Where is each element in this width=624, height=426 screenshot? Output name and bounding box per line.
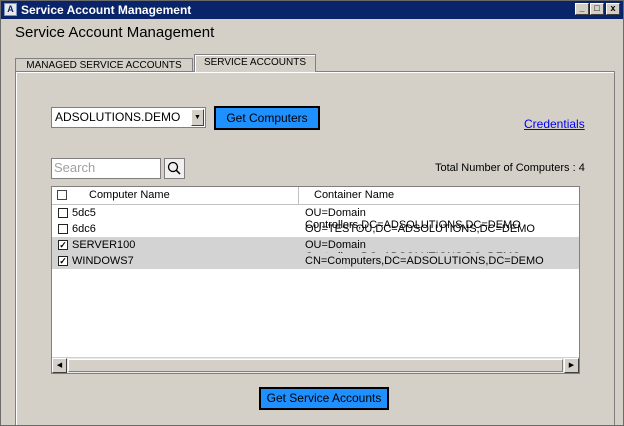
get-computers-button[interactable]: Get Computers: [214, 106, 320, 130]
row-checkbox[interactable]: [58, 224, 68, 234]
row-checkbox[interactable]: [58, 208, 68, 218]
computer-name-cell: 6dc6: [72, 223, 96, 235]
search-input[interactable]: Search: [51, 158, 161, 179]
search-icon: [167, 161, 181, 175]
table-row[interactable]: 5dc5 OU=Domain Controllers,DC=ADSOLUTION…: [52, 205, 579, 231]
total-count: 4: [578, 162, 585, 174]
row-checkbox[interactable]: ✓: [58, 256, 68, 266]
row-checkbox[interactable]: ✓: [58, 240, 68, 250]
scroll-right-icon[interactable]: ▶: [564, 358, 579, 373]
computer-name-cell: SERVER100: [72, 239, 136, 251]
total-separator: :: [572, 162, 576, 174]
domain-select[interactable]: ADSOLUTIONS.DEMO ▼: [51, 107, 206, 128]
horizontal-scrollbar[interactable]: ◀ ▶: [52, 357, 579, 373]
computer-name-cell: 5dc5: [72, 207, 96, 219]
table-row[interactable]: 6dc6 OU=TESTOU,DC=ADSOLUTIONS,DC=DEMO: [52, 221, 579, 237]
minimize-button[interactable]: _: [575, 3, 589, 15]
computer-name-cell: WINDOWS7: [72, 255, 134, 267]
container-name-cell: CN=Computers,DC=ADSOLUTIONS,DC=DEMO: [305, 255, 544, 267]
scrollbar-thumb[interactable]: [68, 359, 563, 372]
computers-grid: Computer Name Container Name 5dc5 OU=Dom…: [51, 186, 580, 374]
grid-header: Computer Name Container Name: [52, 187, 579, 205]
column-header-computer-name[interactable]: Computer Name: [89, 189, 170, 201]
total-computers: Total Number of Computers : 4: [435, 162, 585, 174]
chevron-down-icon[interactable]: ▼: [191, 109, 204, 126]
window-title: Service Account Management: [21, 3, 192, 17]
scroll-left-icon[interactable]: ◀: [52, 358, 67, 373]
table-row[interactable]: ✓ SERVER100 OU=Domain Controllers,DC=ADS…: [52, 237, 579, 263]
tab-managed-service-accounts[interactable]: MANAGED SERVICE ACCOUNTS: [15, 58, 193, 72]
column-divider[interactable]: [298, 187, 299, 204]
domain-select-value: ADSOLUTIONS.DEMO: [55, 110, 181, 124]
search-button[interactable]: [164, 158, 185, 179]
page-title: Service Account Management: [15, 24, 215, 41]
title-bar: A Service Account Management _ □ x: [1, 1, 623, 19]
select-all-checkbox[interactable]: [57, 190, 67, 200]
table-row[interactable]: ✓ WINDOWS7 CN=Computers,DC=ADSOLUTIONS,D…: [52, 253, 579, 269]
total-label: Total Number of Computers: [435, 162, 570, 174]
app-icon: A: [4, 3, 17, 16]
tab-service-accounts[interactable]: SERVICE ACCOUNTS: [194, 54, 316, 72]
maximize-button[interactable]: □: [590, 3, 604, 15]
column-header-container-name[interactable]: Container Name: [314, 189, 394, 201]
app-window: A Service Account Management _ □ x Servi…: [0, 0, 624, 426]
container-name-cell: OU=TESTOU,DC=ADSOLUTIONS,DC=DEMO: [305, 223, 535, 235]
credentials-link[interactable]: Credentials: [524, 117, 585, 131]
close-button[interactable]: x: [606, 3, 620, 15]
get-service-accounts-button[interactable]: Get Service Accounts: [259, 387, 389, 410]
